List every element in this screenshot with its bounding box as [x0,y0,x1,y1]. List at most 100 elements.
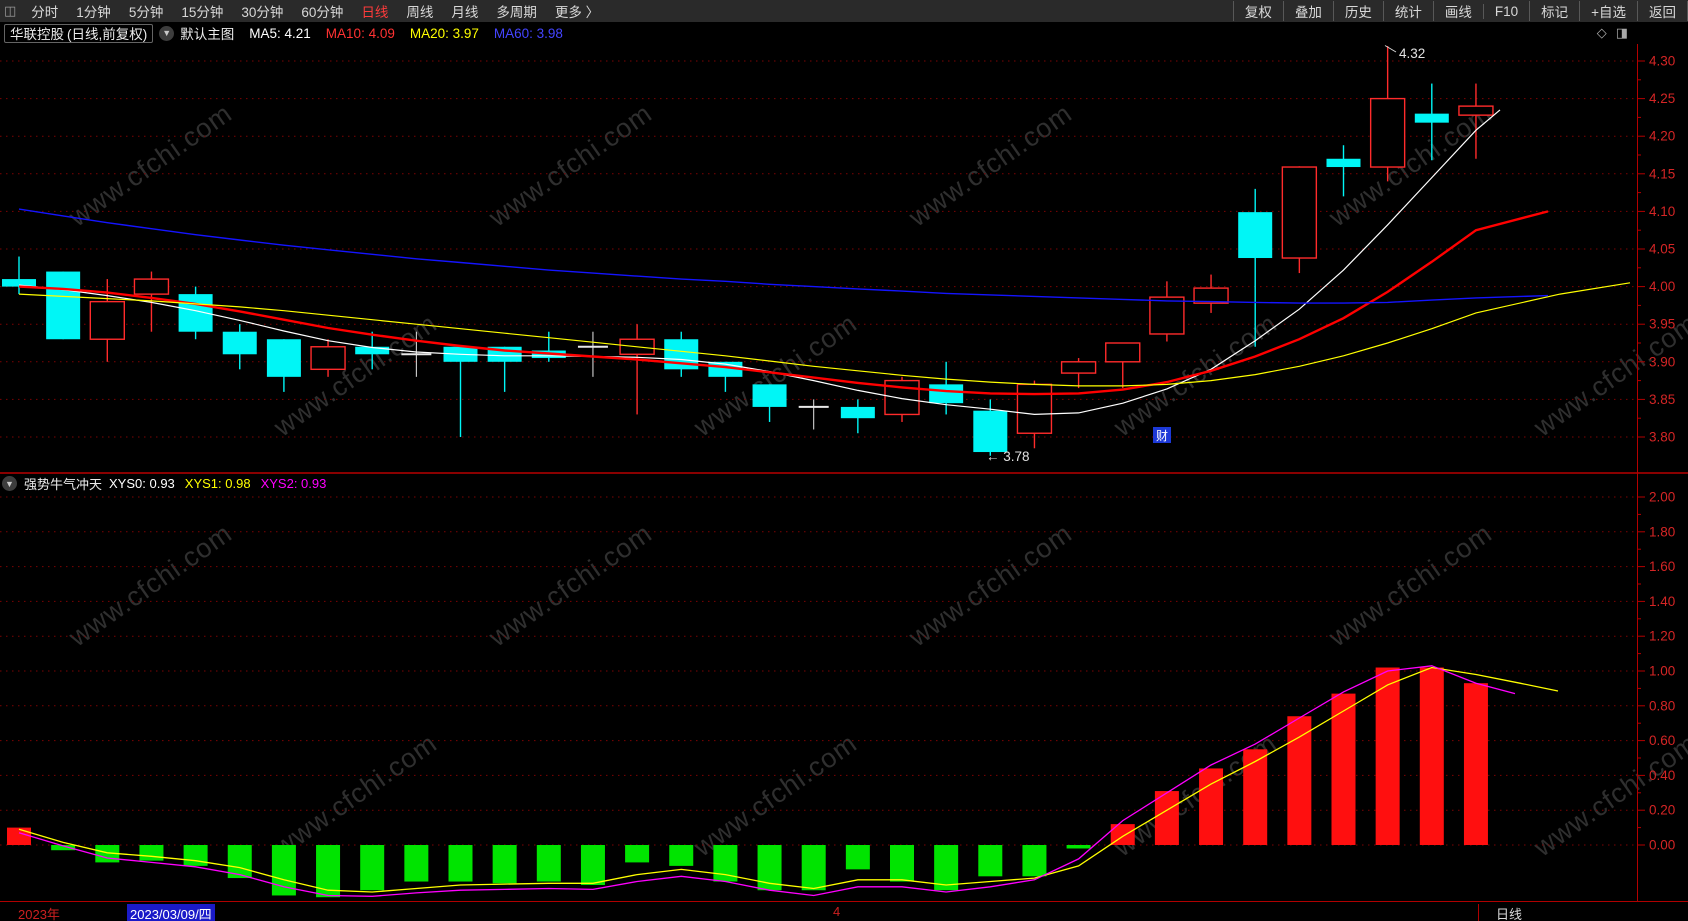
price-axis-label: 4.15 [1649,166,1675,181]
chart-type-label: 默认主图 [180,27,235,42]
selected-date-label[interactable]: 2023/03/09/四 [127,904,215,921]
indicator-bar [1463,683,1488,845]
toolbar-button[interactable]: 统计 [1382,1,1433,21]
indicator-axis-label: 0.80 [1649,698,1675,713]
candle-down [266,339,301,377]
candle-down [929,384,964,404]
indicator-axis-label: 0.40 [1649,768,1675,783]
ma-value-label: MA20: 3.97 [409,25,479,41]
candle-up [89,300,126,340]
toolbar-button[interactable]: 叠加 [1282,1,1333,21]
period-tabs: 分时 1分钟 5分钟 15分钟 30分钟 60分钟 日线 周线 月线 多周期 更多 〉 [22,1,608,21]
price-axis-label: 3.80 [1649,430,1675,445]
indicator-axis-label: 1.20 [1649,629,1675,644]
indicator-axis-label: 1.40 [1649,594,1675,609]
info-bar: 华联控股 (日线,前复权) ▼ 默认主图 MA5: 4.21 MA10: 4.09… [0,22,1688,44]
candle-up [1060,361,1097,374]
low-marker-label: ← 3.78 [986,449,1030,464]
app-window: ◫ 分时 1分钟 5分钟 15分钟 30分钟 60分钟 日线 周线 月线 多周期 更多 〉 复权 叠加… [0,0,1688,921]
time-axis: 2023年 2023/03/09/四 4 日线 [0,901,1688,921]
indicator-name[interactable]: 强势牛气冲天 [24,474,102,493]
chart-canvas[interactable]: 4.30 4.25 4.20 4.15 4.10 4.05 4.00 3.95 3.90 3.85… [0,0,1688,921]
period-tab[interactable]: 周线 [397,1,442,21]
indicator-value-label: XYS0: 0.93 [109,476,175,491]
indicator-axis-label: 0.60 [1649,733,1675,748]
toolbar-button[interactable]: 标记 [1529,1,1579,21]
chart-type-dropdown-icon[interactable]: ▼ [159,25,175,41]
indicator-header: ▼ 强势牛气冲天 XYS0: 0.93 XYS1: 0.98 XYS2: 0.93 [2,475,326,492]
indicator-axis-label: 1.00 [1649,664,1675,679]
toolbar-button[interactable]: 复权 [1232,1,1283,21]
candle-up [133,278,170,295]
indicator-axis-label: 1.80 [1649,524,1675,539]
axis-corner-divider [1478,904,1479,921]
indicator-bar [1066,845,1091,849]
ma-line-ma5 [18,109,1501,416]
high-marker-arrow [1384,45,1397,53]
indicator-bar [1243,749,1268,845]
indicator-bar [183,845,208,866]
ma-legend: MA5: 4.21 MA10: 4.09 MA20: 3.97 MA60: 3.98 [234,26,563,41]
split-view-icon[interactable]: ◨ [1616,25,1628,41]
indicator-bar [360,845,385,891]
candle-down [840,406,875,419]
indicator-bar [1287,716,1312,845]
price-axis-label: 3.95 [1649,317,1675,332]
toolbar-button[interactable]: 画线 [1432,1,1483,21]
price-axis-label: 3.85 [1649,392,1675,407]
period-tab[interactable]: 更多 〉 [546,1,608,21]
indicator-bar [801,845,826,891]
indicator-bar [845,845,870,870]
period-tab[interactable]: 1分钟 [67,1,120,21]
toolbar-buttons: 复权 叠加 历史 统计 画线 F10 标记 +自选 返回 [1232,0,1688,22]
candle-up [1281,166,1318,259]
indicator-axis-label: 0.00 [1649,838,1675,853]
period-tab[interactable]: 月线 [442,1,487,21]
high-marker-label: 4.32 [1399,46,1425,61]
indicator-dropdown-icon[interactable]: ▼ [2,476,17,491]
indicator-axis-label: 0.20 [1649,803,1675,818]
toolbar-button[interactable]: 返回 [1637,1,1688,21]
price-axis-label: 4.10 [1649,204,1675,219]
ma-line-ma60 [18,208,1549,304]
price-axis-label: 4.00 [1649,279,1675,294]
ma-line-ma20 [18,282,1631,387]
indicator-bar [7,827,31,845]
indicator-bar [625,845,650,863]
period-tab[interactable]: 15分钟 [172,1,232,21]
indicator-bar [1022,845,1047,877]
indicator-bar [978,845,1003,877]
price-axis-label: 4.25 [1649,91,1675,106]
candle-up [1458,105,1494,116]
period-tab[interactable]: 30分钟 [232,1,292,21]
indicator-bar [316,845,341,898]
panel-toggle-icon[interactable]: ◫ [4,3,16,19]
indicator-axis-label: 2.00 [1649,490,1675,505]
price-axis-label: 4.30 [1649,54,1675,69]
indicator-bar [492,845,517,884]
toolbar-button[interactable]: +自选 [1579,1,1637,21]
period-tab[interactable]: 日线 [352,1,397,21]
diamond-icon[interactable]: ◇ [1597,25,1607,41]
indicator-values: XYS0: 0.93 XYS1: 0.98 XYS2: 0.93 [109,476,326,491]
period-tab[interactable]: 分时 [22,1,67,21]
indicator-bar [1154,791,1179,845]
stock-selector[interactable]: 华联控股 (日线,前复权) [4,23,154,43]
indicator-bar [1419,667,1444,845]
indicator-bar [536,845,561,882]
indicator-bar [404,845,429,882]
indicator-bar [448,845,473,882]
candle-down [46,271,81,340]
period-tab[interactable]: 60分钟 [292,1,352,21]
toolbar-button[interactable]: 历史 [1332,1,1383,21]
period-tab[interactable]: 5分钟 [120,1,173,21]
news-badge-label: 财 [1156,429,1168,443]
toolbar-button[interactable]: F10 [1482,3,1529,19]
candle-up [1016,383,1053,434]
month-marker: 4 [833,904,841,919]
candle-up [1105,342,1141,363]
ma-value-label: MA10: 4.09 [325,25,395,41]
indicator-bar [669,845,694,866]
indicator-value-label: XYS2: 0.93 [260,476,327,491]
period-tab[interactable]: 多周期 [487,1,546,21]
